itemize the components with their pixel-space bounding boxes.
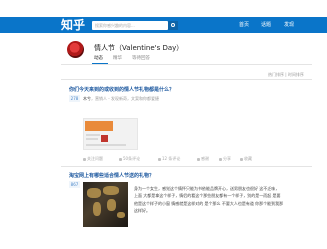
top-navigation-bar: 知乎 搜索你感兴趣的内容... 首页 话题 发现 — [0, 17, 327, 33]
search-input[interactable]: 搜索你感兴趣的内容... — [92, 21, 168, 30]
answer-map-image[interactable] — [83, 182, 128, 227]
follow-question-action[interactable]: 关注问题 — [83, 156, 103, 162]
topic-title: 情人节（Valentine's Day） — [94, 44, 184, 52]
image-text-line — [86, 138, 98, 140]
topic-avatar-image — [67, 41, 84, 58]
answer-image[interactable] — [83, 118, 138, 150]
map-land-shape — [93, 202, 101, 216]
question-title[interactable]: 淘宝网上有哪些适合情人节送的礼物？ — [69, 172, 154, 179]
image-red-block — [101, 135, 108, 142]
comments-action[interactable]: 50条评论 — [119, 156, 140, 162]
search-button[interactable] — [168, 21, 178, 30]
tab-activity[interactable]: 动态 — [94, 56, 103, 62]
image-text-line — [86, 134, 100, 136]
search-placeholder: 搜索你感兴趣的内容... — [95, 23, 135, 28]
vote-count[interactable]: 867 — [69, 181, 80, 188]
question-title[interactable]: 你们今天来到的或收到的情人节礼物都是什么？ — [69, 86, 174, 93]
collect-action[interactable]: 收藏 — [240, 156, 252, 162]
tab-essence[interactable]: 精华 — [113, 56, 122, 62]
thanks-icon — [197, 157, 200, 161]
page-frame: 知乎 搜索你感兴趣的内容... 首页 话题 发现 情人节（Valentine's… — [0, 0, 327, 249]
share-action[interactable]: 分享 — [219, 156, 231, 162]
nav-topics-link[interactable]: 话题 — [261, 22, 271, 29]
answer-excerpt[interactable]: 身为一个女生，感觉这个情怀只能为书依能品牌开心，送男朋友也很好 这不乏味， 上面… — [134, 185, 284, 214]
plus-icon — [83, 157, 86, 161]
comment-count-action[interactable]: 12 条评论 — [158, 156, 180, 162]
question-divider — [61, 166, 312, 167]
vote-count[interactable]: 278 — [69, 95, 80, 102]
answer-author: 木兮，营销人 - 发现新奇，文案和你都爱捷 — [83, 96, 159, 102]
map-land-shape — [107, 199, 116, 211]
topic-content: 情人节（Valentine's Day） 动态 精华 等待回答 热门排序 | 时… — [61, 33, 312, 249]
thanks-action[interactable]: 感谢 — [197, 156, 209, 162]
nav-discover-link[interactable]: 发现 — [284, 22, 294, 29]
comment-icon — [119, 157, 122, 161]
search-icon — [171, 23, 175, 27]
nav-home-link[interactable]: 首页 — [239, 22, 249, 29]
section-divider — [61, 79, 312, 80]
collect-icon — [240, 157, 243, 161]
image-orange-strip — [85, 121, 113, 131]
tab-pending[interactable]: 等待回答 — [132, 56, 150, 62]
sort-options[interactable]: 热门排序 | 时间排序 — [268, 72, 304, 78]
author-name[interactable]: 木兮 — [83, 96, 91, 101]
map-land-shape — [87, 188, 101, 198]
zhihu-logo[interactable]: 知乎 — [61, 18, 85, 32]
tabs-divider — [61, 64, 312, 65]
answer-actions: 关注问题 50条评论 12 条评论 感谢 分享 收藏 — [83, 156, 313, 163]
author-bio: ，营销人 - 发现新奇，文案和你都爱捷 — [91, 96, 159, 101]
map-land-shape — [103, 186, 119, 195]
share-icon — [219, 157, 222, 161]
map-land-shape — [117, 212, 125, 218]
comment-icon — [158, 157, 161, 161]
image-text-line — [86, 144, 126, 146]
